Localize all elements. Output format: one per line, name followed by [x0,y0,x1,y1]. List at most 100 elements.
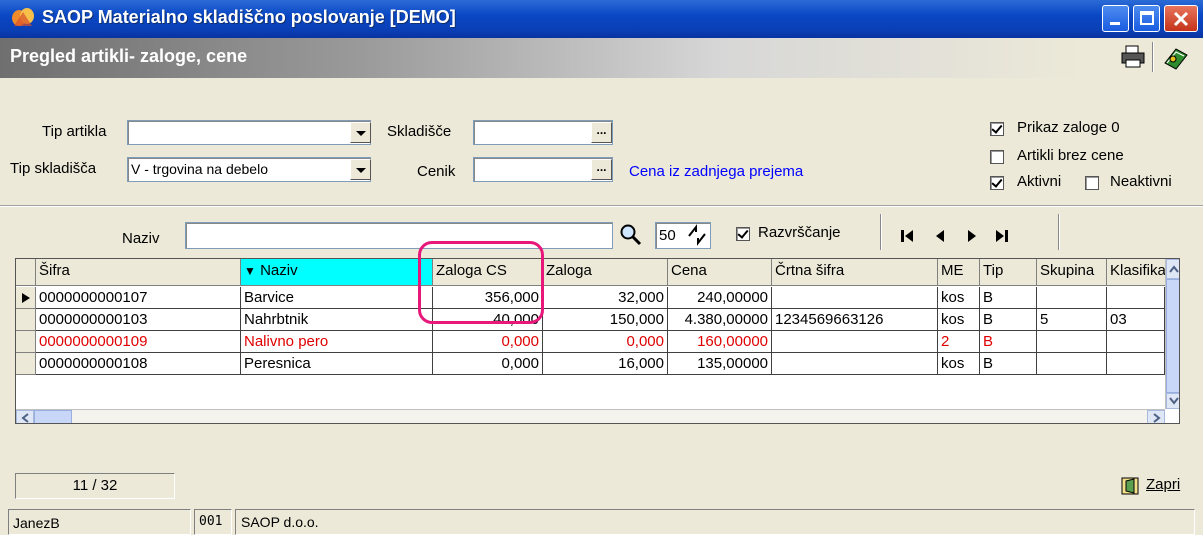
table-cell-crtna[interactable] [772,353,938,375]
scroll-up-button[interactable] [1166,259,1179,279]
skladisce-field[interactable]: ... [473,120,613,145]
table-cell-naziv[interactable]: Barvice [241,287,433,309]
scroll-left-button[interactable] [16,410,34,423]
status-company-name: SAOP d.o.o. [235,509,1195,535]
table-cell-klasif[interactable] [1107,353,1165,375]
scroll-right-button[interactable] [1147,410,1165,423]
column-header-crtna-sifra[interactable]: Črtna šifra [772,259,938,286]
vertical-scrollbar[interactable] [1165,259,1179,409]
neaktivni-checkbox[interactable] [1085,176,1099,190]
last-record-icon[interactable] [993,227,1011,245]
table-cell-cena[interactable]: 135,00000 [668,353,772,375]
search-icon[interactable] [619,223,643,247]
table-cell-zaloga_cs[interactable]: 0,000 [433,353,543,375]
tip-skladisca-select[interactable]: V - trgovina na debelo [127,157,371,182]
table-cell-me[interactable]: kos [938,353,980,375]
table-cell-naziv[interactable]: Nalivno pero [241,331,433,353]
scroll-thumb[interactable] [34,410,72,423]
table-cell-klasif[interactable] [1107,287,1165,309]
table-cell-klasif[interactable] [1107,331,1165,353]
table-cell-cena[interactable]: 240,00000 [668,287,772,309]
table-cell-skupina[interactable] [1037,287,1107,309]
chevron-right-icon [1153,413,1161,423]
table-cell-klasif[interactable]: 03 [1107,309,1165,331]
record-count-value: 50 [659,227,676,244]
cenik-field[interactable]: ... [473,157,613,182]
record-counter: 11 / 32 [15,473,175,499]
cenik-browse-button[interactable]: ... [591,159,612,180]
scroll-thumb[interactable] [1166,279,1179,393]
table-cell-me[interactable]: 2 [938,331,980,353]
previous-record-icon[interactable] [931,227,949,245]
next-record-icon[interactable] [963,227,981,245]
table-cell-skupina[interactable] [1037,331,1107,353]
record-count-stepper[interactable]: 50 [655,222,711,249]
table-cell-cena[interactable]: 160,00000 [668,331,772,353]
table-cell-me[interactable]: kos [938,287,980,309]
razvrscanje-checkbox[interactable] [736,227,750,241]
prikaz-zaloge-checkbox[interactable] [990,122,1004,136]
table-cell-sifra[interactable]: 0000000000103 [36,309,241,331]
cena-zadnjega-prejema-link[interactable]: Cena iz zadnjega prejema [629,163,803,180]
row-indicator[interactable] [16,309,36,331]
toolbar-divider [880,214,882,250]
table-cell-skupina[interactable] [1037,353,1107,375]
table-cell-tip[interactable]: B [980,309,1037,331]
tip-skladisca-value: V - trgovina na debelo [131,161,268,177]
table-cell-sifra[interactable]: 0000000000109 [36,331,241,353]
spin-arrows-icon[interactable] [686,224,708,246]
skladisce-browse-button[interactable]: ... [591,122,612,143]
table-cell-zaloga_cs[interactable]: 0,000 [433,331,543,353]
column-header-cena[interactable]: Cena [668,259,772,286]
column-header-zaloga[interactable]: Zaloga [543,259,668,286]
naziv-search-input[interactable] [185,222,613,249]
row-indicator[interactable] [16,287,36,309]
chevron-down-icon[interactable] [350,122,371,143]
maximize-button[interactable] [1133,5,1160,32]
table-cell-me[interactable]: kos [938,309,980,331]
table-cell-zaloga[interactable]: 150,000 [543,309,668,331]
column-header-skupina[interactable]: Skupina [1037,259,1107,286]
chevron-down-icon[interactable] [350,159,371,180]
table-cell-skupina[interactable]: 5 [1037,309,1107,331]
row-indicator[interactable] [16,353,36,375]
close-form-button[interactable]: Zapri [1120,474,1192,498]
table-cell-zaloga[interactable]: 32,000 [543,287,668,309]
table-cell-sifra[interactable]: 0000000000108 [36,353,241,375]
column-header-me[interactable]: ME [938,259,980,286]
table-cell-crtna[interactable]: 1234569663126 [772,309,938,331]
table-cell-cena[interactable]: 4.380,00000 [668,309,772,331]
column-header-naziv[interactable]: ▼ Naziv [241,259,433,286]
table-cell-tip[interactable]: B [980,287,1037,309]
printer-icon[interactable] [1120,45,1146,69]
horizontal-scrollbar[interactable] [16,409,1165,423]
column-header-klasifikacija[interactable]: Klasifikac [1107,259,1167,286]
close-button[interactable] [1164,5,1198,32]
table-cell-crtna[interactable] [772,287,938,309]
title-bar: SAOP Materialno skladiščno poslovanje [D… [0,0,1203,38]
table-cell-naziv[interactable]: Peresnica [241,353,433,375]
minimize-button[interactable] [1102,5,1129,32]
table-cell-zaloga[interactable]: 16,000 [543,353,668,375]
scroll-down-button[interactable] [1166,393,1179,409]
column-header-sifra[interactable]: Šifra [36,259,241,286]
artikli-brez-cene-checkbox[interactable] [990,150,1004,164]
table-cell-sifra[interactable]: 0000000000107 [36,287,241,309]
first-record-icon[interactable] [898,227,916,245]
row-indicator[interactable] [16,331,36,353]
table-cell-zaloga[interactable]: 0,000 [543,331,668,353]
form-title: Pregled artikli- zaloge, cene [10,46,248,66]
table-cell-tip[interactable]: B [980,331,1037,353]
table-cell-tip[interactable]: B [980,353,1037,375]
tip-skladisca-label: Tip skladišča [10,160,97,177]
table-cell-naziv[interactable]: Nahrbtnik [241,309,433,331]
articles-table[interactable]: Šifra ▼ Naziv Zaloga CS Zaloga Cena Črtn… [15,258,1180,424]
table-cell-crtna[interactable] [772,331,938,353]
column-header-tip[interactable]: Tip [980,259,1037,286]
current-row-icon [22,293,30,303]
column-header-label: Cena [671,262,707,279]
column-header-label: Zaloga [546,262,592,279]
aktivni-checkbox[interactable] [990,176,1004,190]
tip-artikla-select[interactable] [127,120,371,145]
exit-book-icon[interactable] [1162,45,1190,71]
